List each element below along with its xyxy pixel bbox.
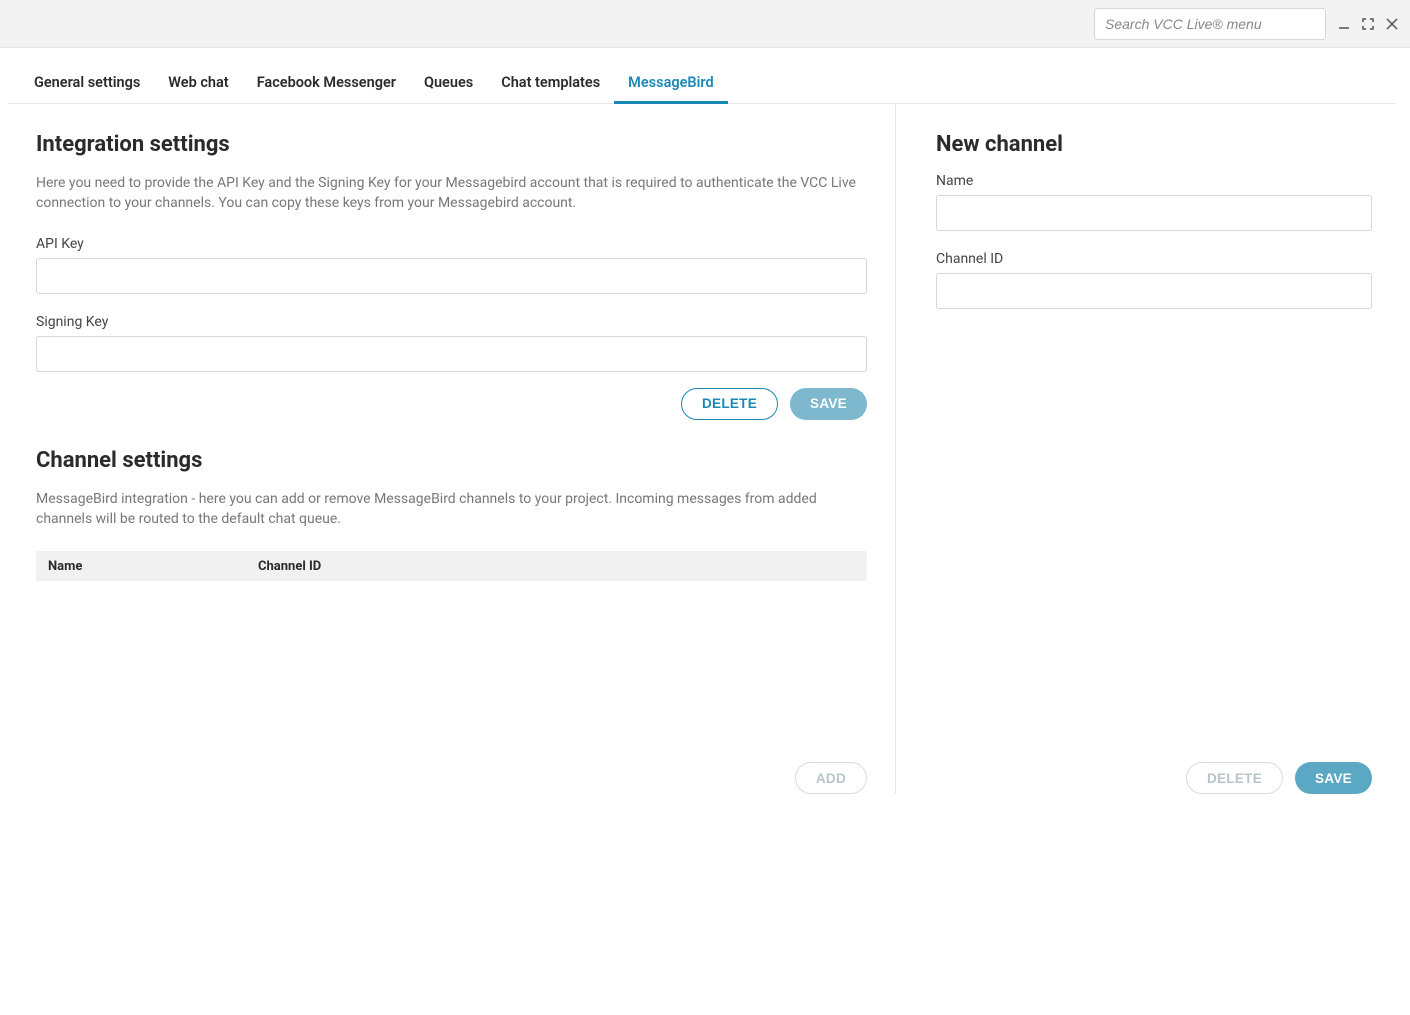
integration-description: Here you need to provide the API Key and… [36,173,856,214]
signing-key-label: Signing Key [36,314,867,330]
integration-button-row: DELETE SAVE [36,388,867,420]
right-column: New channel Name Channel ID DELETE SAVE [896,104,1396,794]
channel-settings-title: Channel settings [36,448,867,473]
new-channel-button-row: DELETE SAVE [1186,762,1372,794]
add-channel-button[interactable]: ADD [795,762,867,794]
channel-settings-description: MessageBird integration - here you can a… [36,489,856,530]
column-channel-id: Channel ID [258,559,867,574]
main-columns: Integration settings Here you need to pr… [12,104,1396,794]
top-bar [0,0,1410,48]
new-channel-name-label: Name [936,173,1372,189]
tabs-bar: General settings Web chat Facebook Messe… [8,48,1396,104]
add-button-row: ADD [795,762,867,794]
tab-queues[interactable]: Queues [410,66,487,104]
maximize-icon[interactable] [1360,16,1376,32]
left-column: Integration settings Here you need to pr… [12,104,896,794]
new-channel-delete-button[interactable]: DELETE [1186,762,1283,794]
new-channel-id-input[interactable] [936,273,1372,309]
tab-chat-templates[interactable]: Chat templates [487,66,614,104]
integration-delete-button[interactable]: DELETE [681,388,778,420]
minimize-icon[interactable] [1336,16,1352,32]
content-area: General settings Web chat Facebook Messe… [0,48,1410,998]
api-key-label: API Key [36,236,867,252]
close-icon[interactable] [1384,16,1400,32]
integration-save-button[interactable]: SAVE [790,388,867,420]
signing-key-input[interactable] [36,336,867,372]
tab-facebook-messenger[interactable]: Facebook Messenger [243,66,410,104]
window-controls [1336,16,1400,32]
api-key-input[interactable] [36,258,867,294]
new-channel-name-input[interactable] [936,195,1372,231]
new-channel-title: New channel [936,132,1372,157]
column-name: Name [48,559,258,574]
tab-messagebird[interactable]: MessageBird [614,66,727,104]
tab-web-chat[interactable]: Web chat [154,66,242,104]
integration-title: Integration settings [36,132,867,157]
new-channel-save-button[interactable]: SAVE [1295,762,1372,794]
channel-table-header: Name Channel ID [36,551,867,581]
tab-general-settings[interactable]: General settings [20,66,154,104]
search-input[interactable] [1094,8,1326,40]
new-channel-id-label: Channel ID [936,251,1372,267]
